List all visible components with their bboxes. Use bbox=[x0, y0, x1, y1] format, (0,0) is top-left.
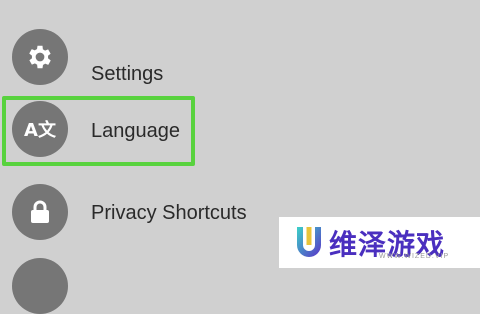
menu-item-settings[interactable]: Settings bbox=[0, 19, 300, 95]
watermark-logo: 维泽游戏 WWW.WIZED.VIP bbox=[279, 217, 480, 268]
highlight-outline bbox=[2, 96, 195, 166]
menu-item-privacy-shortcuts[interactable]: Privacy Shortcuts bbox=[0, 178, 300, 254]
lock-icon bbox=[12, 184, 68, 240]
next-item-icon bbox=[12, 258, 68, 314]
watermark-subtitle: WWW.WIZED.VIP bbox=[379, 253, 450, 260]
settings-label: Settings bbox=[91, 63, 164, 85]
privacy-shortcuts-label: Privacy Shortcuts bbox=[91, 202, 247, 224]
u-logo-icon bbox=[293, 223, 325, 263]
gear-icon bbox=[12, 29, 68, 85]
